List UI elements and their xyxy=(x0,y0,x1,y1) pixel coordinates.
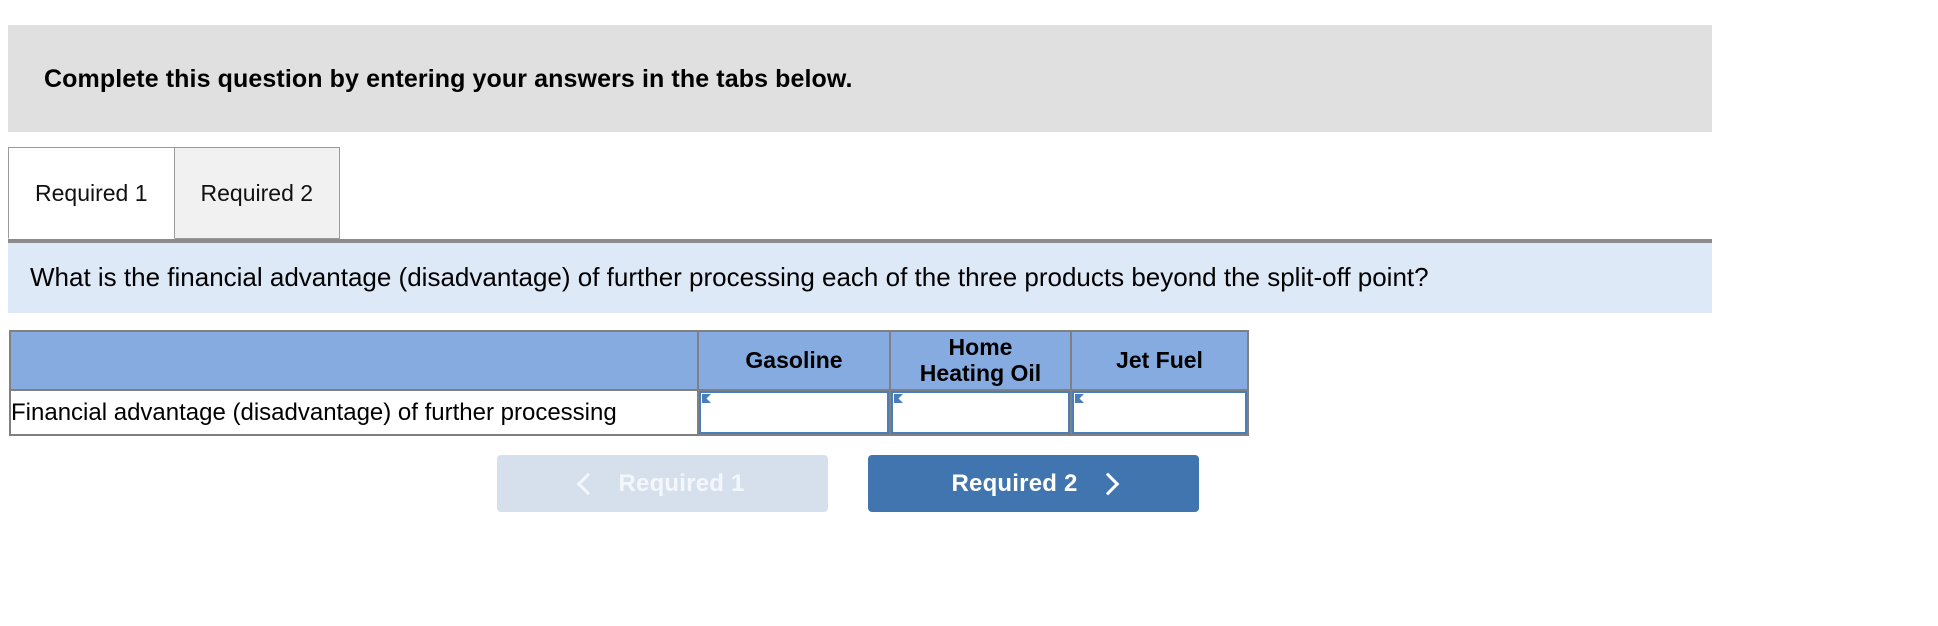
tab-required-2-label: Required 2 xyxy=(200,179,314,206)
column-header-jet-fuel: Jet Fuel xyxy=(1070,330,1249,391)
answer-cell-jet-fuel[interactable] xyxy=(1070,389,1249,436)
tab-strip: Required 1 Required 2 xyxy=(8,147,341,239)
answer-input-jet-fuel[interactable] xyxy=(1087,393,1243,432)
chevron-left-icon xyxy=(577,472,600,495)
next-required-2-label: Required 2 xyxy=(951,469,1078,497)
answer-cell-home-heating-oil[interactable] xyxy=(889,389,1072,436)
answer-input-gasoline[interactable] xyxy=(714,393,885,432)
table-row: Financial advantage (disadvantage) of fu… xyxy=(9,389,1249,436)
answer-table-body: Financial advantage (disadvantage) of fu… xyxy=(9,389,1249,436)
cell-marker-icon xyxy=(1075,394,1084,403)
cell-marker-icon xyxy=(702,394,711,403)
table-header-row: Gasoline Home Heating Oil Jet Fuel xyxy=(9,330,1249,391)
instruction-banner: Complete this question by entering your … xyxy=(8,25,1712,132)
answer-table: Gasoline Home Heating Oil Jet Fuel Finan… xyxy=(9,330,1249,436)
prev-required-1-label: Required 1 xyxy=(618,469,745,497)
tab-required-2[interactable]: Required 2 xyxy=(174,147,341,239)
instruction-text: Complete this question by entering your … xyxy=(44,65,853,93)
question-band: What is the financial advantage (disadva… xyxy=(8,243,1712,313)
column-header-home-heating-oil: Home Heating Oil xyxy=(889,330,1072,391)
answer-input-home-heating-oil[interactable] xyxy=(906,393,1066,432)
next-required-2-button[interactable]: Required 2 xyxy=(868,455,1199,512)
tab-required-1[interactable]: Required 1 xyxy=(8,147,175,239)
answer-input-box-home-heating-oil[interactable] xyxy=(891,391,1070,434)
column-header-gasoline: Gasoline xyxy=(697,330,891,391)
question-text: What is the financial advantage (disadva… xyxy=(30,262,1429,292)
row-label-financial-advantage: Financial advantage (disadvantage) of fu… xyxy=(9,389,699,436)
column-header-home-heating-oil-line2: Heating Oil xyxy=(919,359,1042,386)
answer-input-box-jet-fuel[interactable] xyxy=(1072,391,1247,434)
column-header-blank xyxy=(9,330,699,391)
answer-cell-gasoline[interactable] xyxy=(697,389,891,436)
chevron-right-icon xyxy=(1096,472,1119,495)
tab-required-1-label: Required 1 xyxy=(35,179,148,206)
column-header-home-heating-oil-line1: Home xyxy=(948,333,1013,360)
navigation-buttons: Required 1 Required 2 xyxy=(497,455,1199,512)
cell-marker-icon xyxy=(894,394,903,403)
prev-required-1-button[interactable]: Required 1 xyxy=(497,455,828,512)
answer-input-box-gasoline[interactable] xyxy=(699,391,889,434)
answer-table-head: Gasoline Home Heating Oil Jet Fuel xyxy=(9,330,1249,391)
